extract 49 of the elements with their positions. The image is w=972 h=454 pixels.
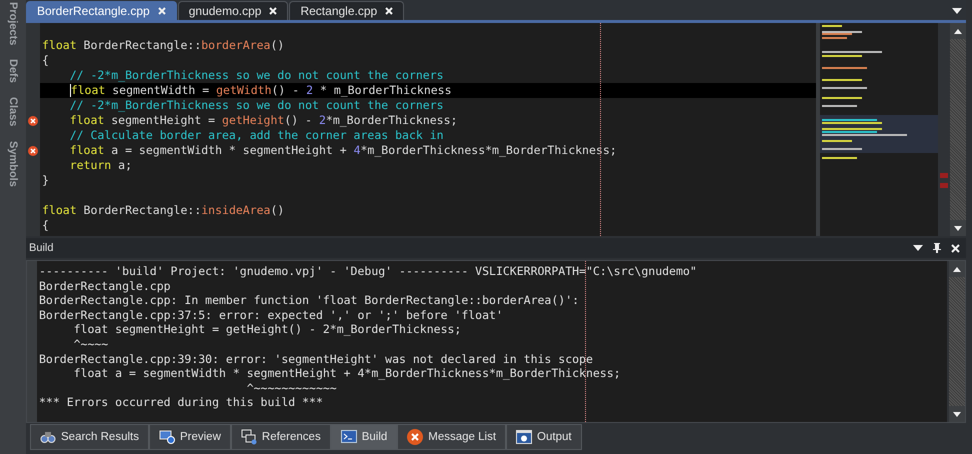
output-line: ---------- 'build' Project: 'gnudemo.vpj' - 'Debug' ---------- VSLICKERRORPATH="C:\src\gnudemo" [38, 264, 698, 279]
caret-icon[interactable] [913, 245, 923, 251]
editor-tab[interactable]: BorderRectangle.cpp [26, 1, 177, 20]
windows-icon [240, 429, 257, 445]
scrollbar[interactable] [947, 261, 965, 422]
panel-tab[interactable]: Build [330, 424, 398, 450]
code-line: // -2*m_BorderThickness so we do not count the corners [68, 98, 445, 113]
output-line: *** Errors occurred during this build *** [38, 395, 324, 410]
side-tab[interactable]: Defs [7, 59, 19, 84]
output-line: ^~~~~ [72, 336, 110, 352]
panel-tab[interactable]: Preview [148, 424, 231, 450]
panel-tab[interactable]: References [230, 424, 331, 450]
monitor-info-icon [158, 429, 175, 445]
output-line: BorderRectangle.cpp:39:30: error: 'segmentHeight' was not declared in this scope [38, 352, 594, 366]
side-tab[interactable]: Class [7, 97, 19, 127]
code-line: float segmentHeight = getHeight() - 2*m_BorderThickness; [68, 113, 458, 128]
output-line: ^~~~~~~~~~~~~ [246, 380, 338, 396]
output-line: float a = segmentWidth * segmentHeight + 4*m_BorderThickness*m_BorderThickness; [72, 366, 622, 381]
code-line: float a = segmentWidth * segmentHeight + 4*m_BorderThickness*m_BorderThickness; [68, 143, 618, 158]
code-line: } [41, 173, 50, 188]
panel-tab[interactable]: Message List [397, 424, 506, 450]
side-tab[interactable]: Symbols [7, 140, 19, 186]
code-line: { [41, 53, 50, 68]
code-line: return a; [68, 158, 134, 173]
panel-title: Build [29, 242, 54, 254]
close-icon[interactable] [951, 244, 960, 252]
terminal-icon [340, 429, 357, 445]
window-info-icon [516, 429, 532, 445]
caret-icon[interactable] [952, 8, 962, 14]
pin-icon[interactable] [933, 243, 941, 253]
code-line: { [41, 218, 50, 233]
close-icon[interactable] [269, 7, 278, 15]
panel-tab[interactable]: Output [506, 424, 582, 450]
close-icon[interactable] [385, 7, 394, 15]
code-line: float BorderRectangle::insideArea() [41, 202, 286, 218]
output-line: BorderRectangle.cpp:37:5: error: expected ',' or ';' before 'float' [38, 308, 504, 322]
code-line: // Calculate border area, add the corner areas back in [68, 128, 445, 143]
panel-tab[interactable]: Search Results [30, 424, 149, 450]
output-line: BorderRectangle.cpp: In member function 'float BorderRectangle::borderArea()': [38, 293, 580, 308]
binoculars-icon [40, 429, 56, 445]
side-tab[interactable]: Projects [7, 2, 19, 46]
output-line: float segmentHeight = getHeight() - 2*m_BorderThickness; [72, 322, 462, 337]
editor-tab[interactable]: Rectangle.cpp [289, 1, 404, 20]
output-line: BorderRectangle.cpp [38, 278, 172, 294]
code-line: // -2*m_BorderThickness so we do not count the corners [68, 68, 445, 83]
error-circle-icon [407, 429, 424, 445]
editor-tab[interactable]: gnudemo.cpp [178, 1, 288, 20]
scrollbar[interactable] [938, 23, 966, 236]
code-line: float BorderRectangle::borderArea() [41, 37, 286, 53]
